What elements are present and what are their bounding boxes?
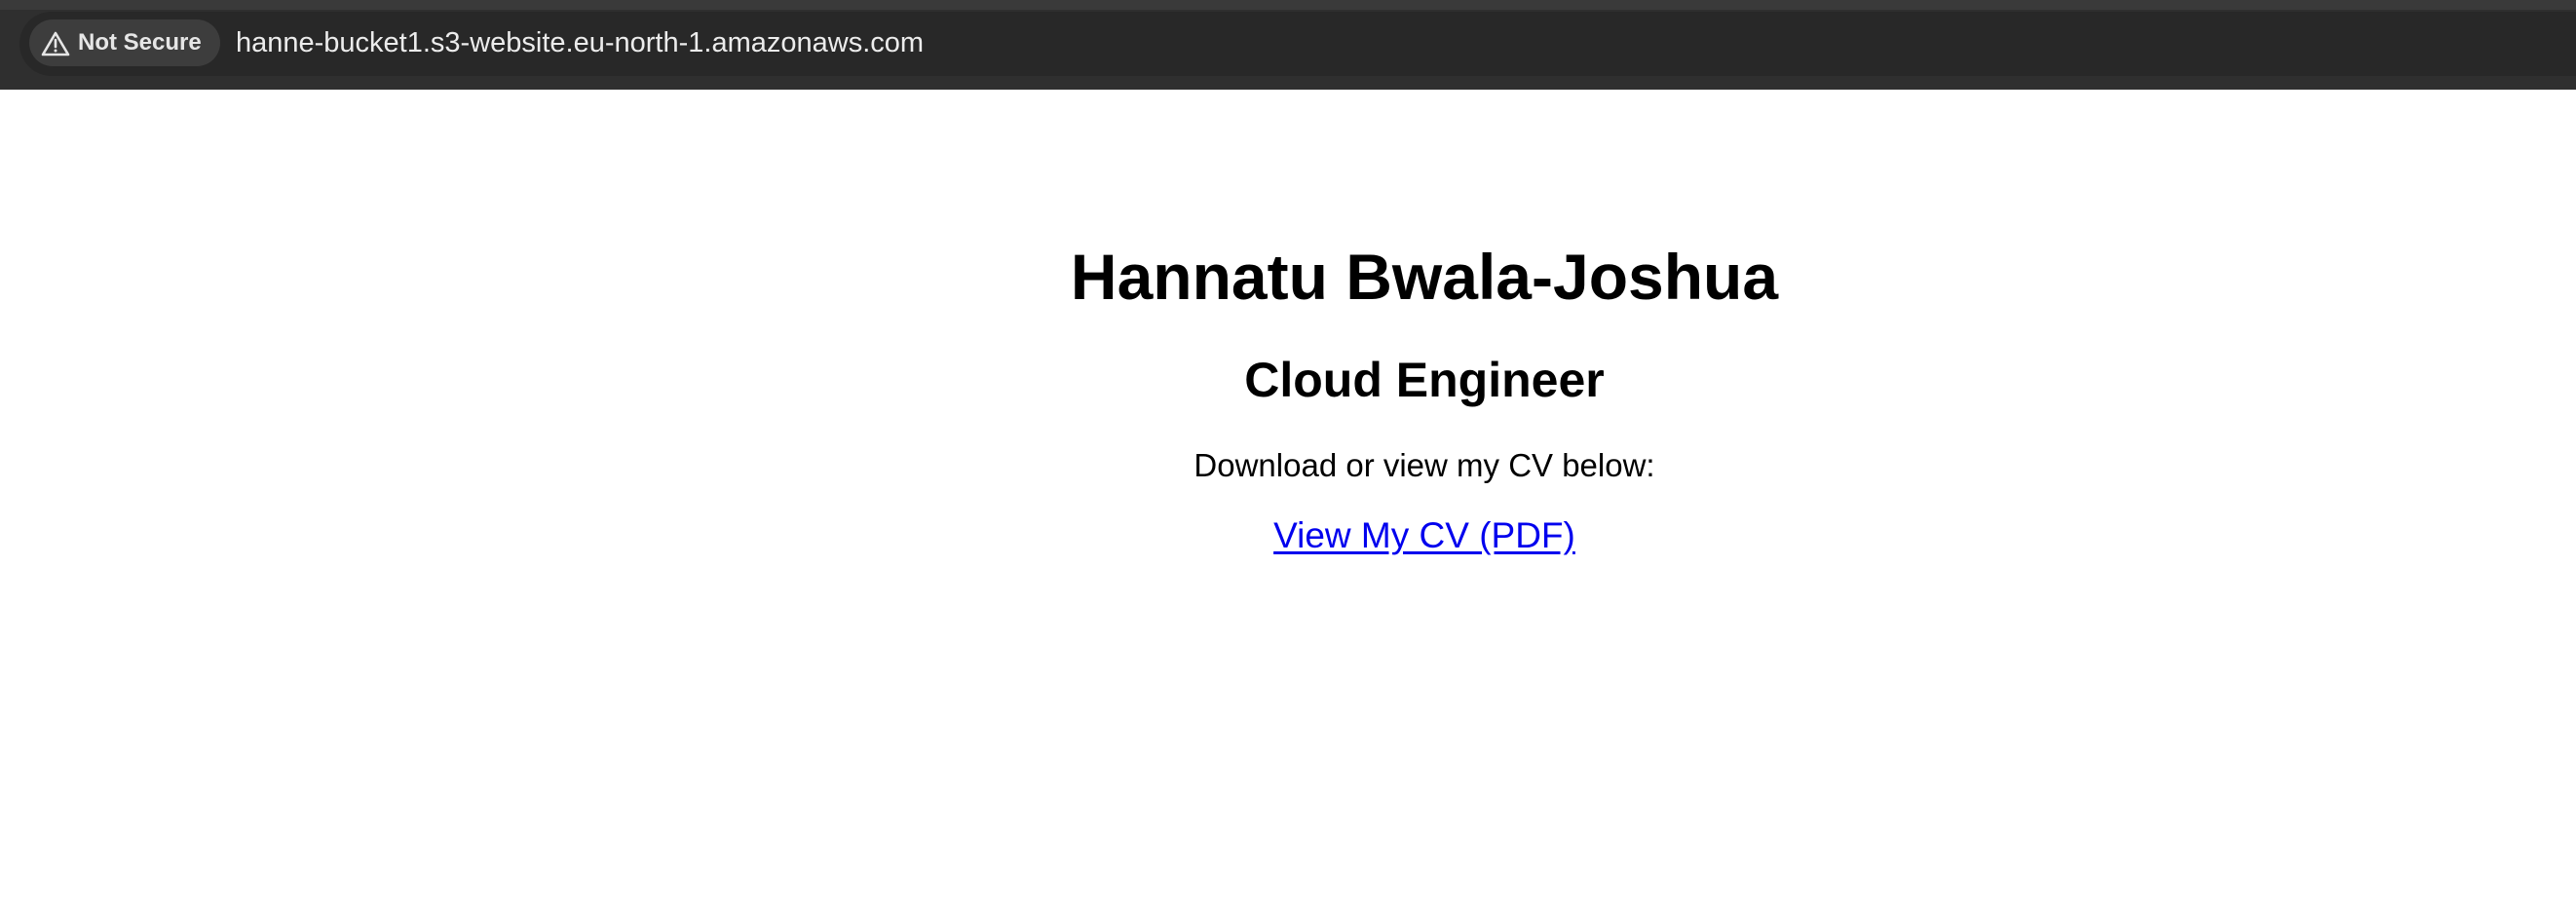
intro-text: Download or view my CV below: [1193,447,1655,483]
page-title: Hannatu Bwala-Joshua [1070,241,1779,313]
toolbar-top-edge [0,0,2576,10]
page-content: Hannatu Bwala-Joshua Cloud Engineer Down… [0,90,2576,906]
cv-link-container: View My CV (PDF) [840,514,2009,565]
browser-toolbar: Not Secure hanne-bucket1.s3-website.eu-n… [0,0,2576,90]
security-indicator-button[interactable]: Not Secure [29,19,220,66]
security-label: Not Secure [78,29,202,56]
warning-triangle-icon [41,31,70,57]
url-field[interactable]: hanne-bucket1.s3-website.eu-north-1.amaz… [236,19,924,66]
view-cv-link[interactable]: View My CV (PDF) [1273,515,1575,555]
page-subtitle: Cloud Engineer [1244,353,1605,407]
